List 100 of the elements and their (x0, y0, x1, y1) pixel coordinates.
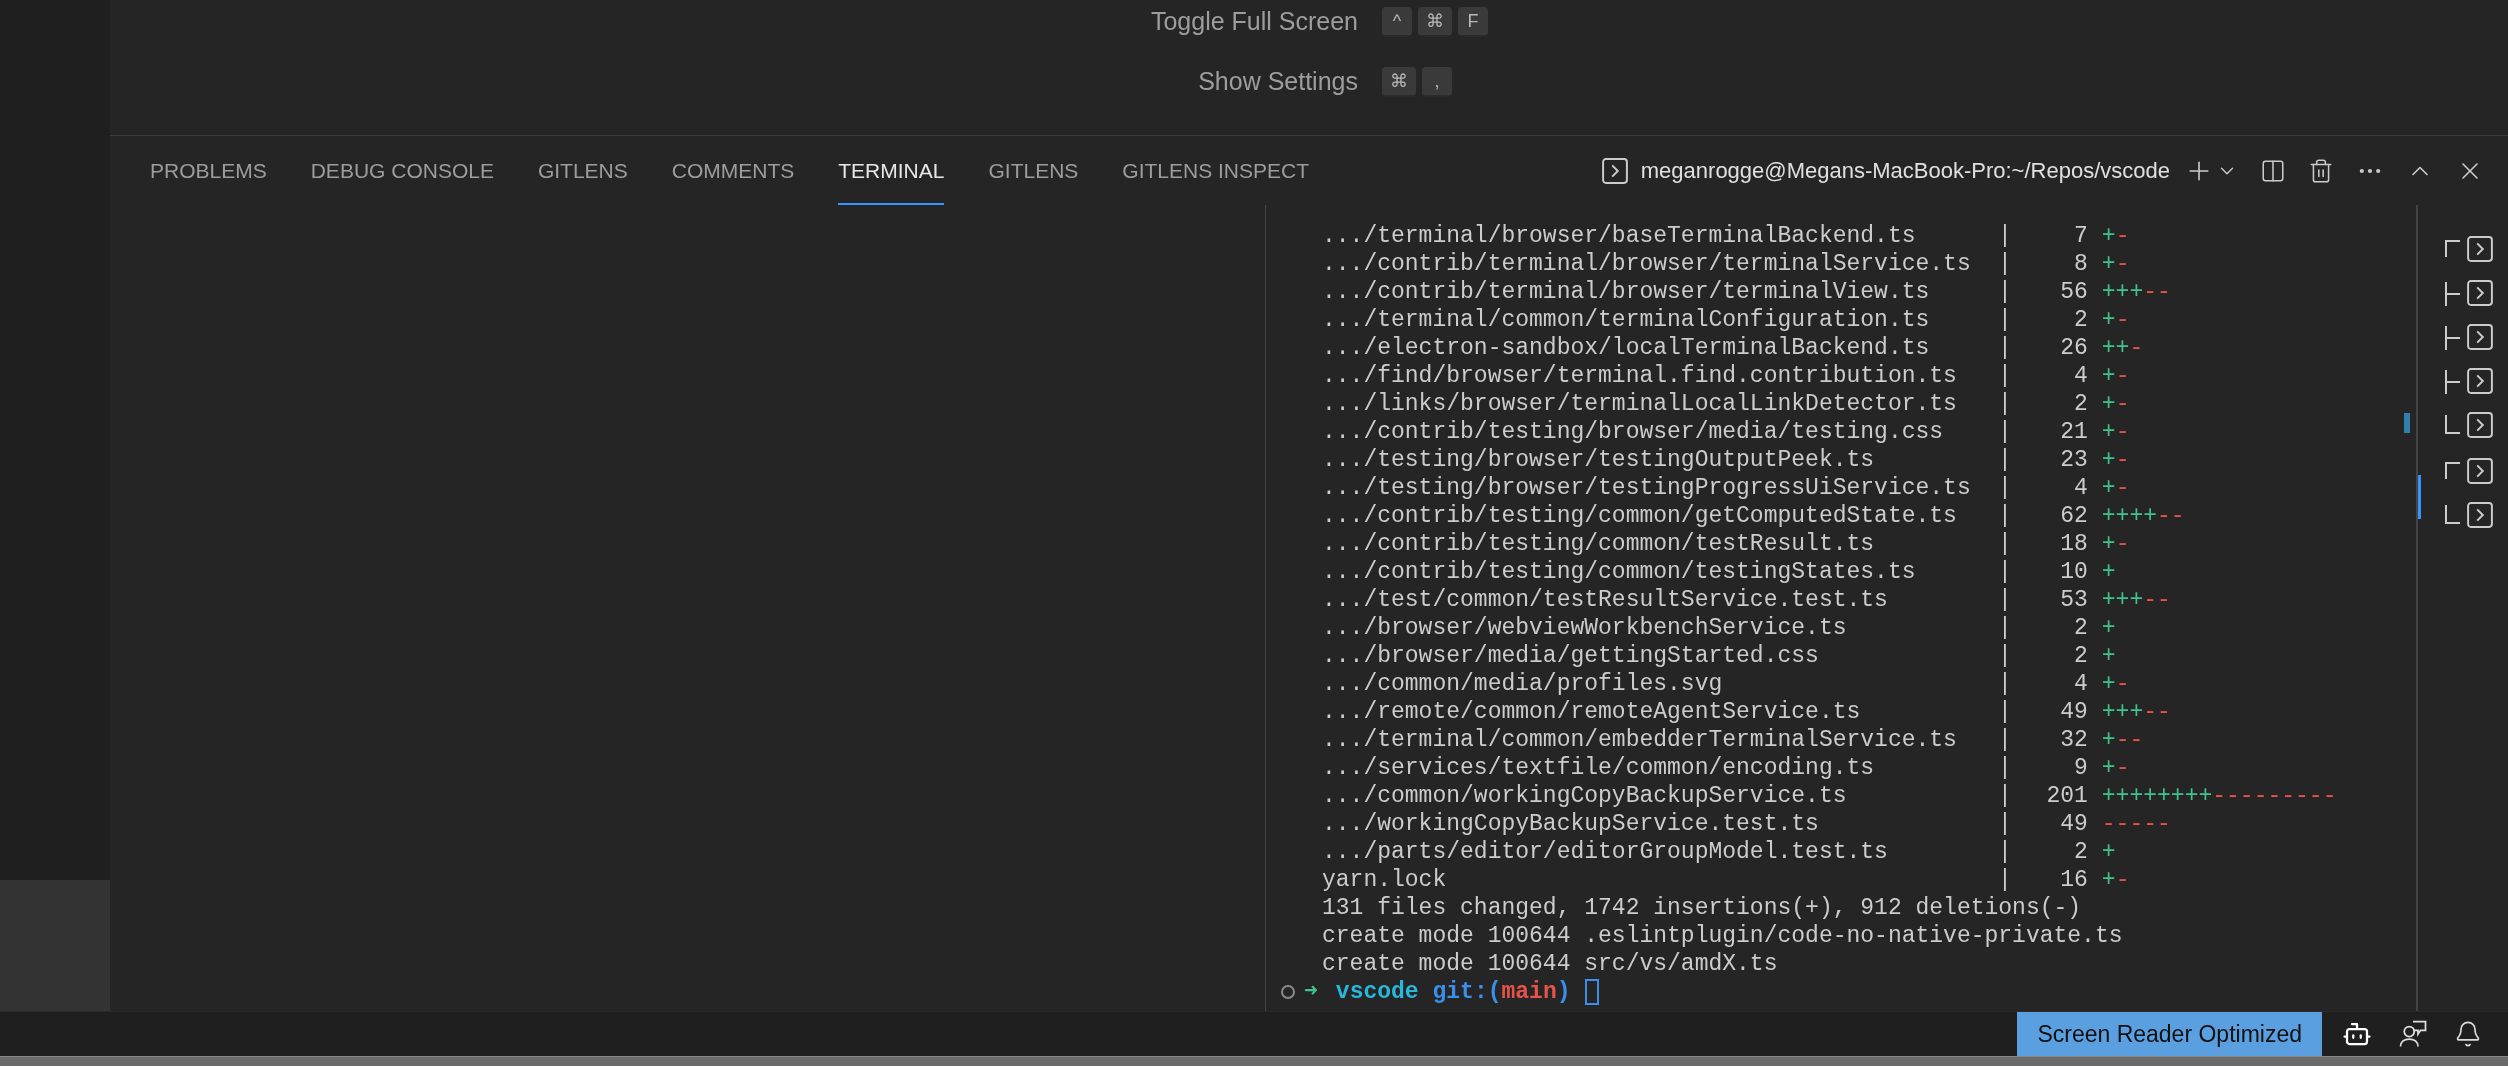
terminal-title[interactable]: meganrogge@Megans-MacBook-Pro:~/Repos/vscode (1640, 154, 2170, 187)
key-cap: ⌘ (1418, 7, 1452, 37)
file-path: .../services/textfile/common/encoding.ts (1322, 754, 1876, 782)
change-count: 7 (2073, 222, 2088, 250)
change-count: 16 (2059, 866, 2088, 894)
change-count: 201 (2045, 782, 2088, 810)
key-cap: ⌘ (1382, 67, 1416, 97)
separator-text: | (1998, 782, 2012, 810)
diff-stat-text: +- (2101, 418, 2130, 446)
diff-stat-text: +-- (2101, 726, 2144, 754)
file-path: .../parts/editor/editorGroupModel.test.ts (1322, 838, 1889, 866)
panel-tab[interactable]: DEBUG CONSOLE (310, 136, 494, 205)
separator-text: | (1998, 754, 2012, 782)
separator-text: | (1998, 362, 2012, 390)
change-count: 62 (2059, 502, 2088, 530)
shortcut-label: Toggle Full Screen (1149, 6, 1358, 38)
change-count: 2 (2073, 614, 2088, 642)
output-line: create mode 100644 src/vs/amdX.ts (1322, 950, 1778, 978)
change-count: 49 (2059, 810, 2088, 838)
file-path: .../common/media/profiles.svg (1322, 670, 1724, 698)
change-count: 21 (2059, 418, 2088, 446)
diff-stat-text: + (2101, 838, 2116, 866)
diff-stat-text: + (2101, 558, 2116, 586)
panel-tab[interactable]: TERMINAL (838, 136, 945, 205)
file-path: .../browser/media/gettingStarted.css (1322, 642, 1820, 670)
diff-stat-text: +- (2101, 866, 2130, 894)
file-path: .../remote/common/remoteAgentService.ts (1322, 698, 1862, 726)
output-line: create mode 100644 .eslintplugin/code-no-native-private.ts (1322, 922, 2123, 950)
diff-stat-text: +- (2101, 390, 2130, 418)
change-count: 10 (2059, 558, 2088, 586)
file-path: .../contrib/testing/common/getComputedState.ts (1322, 502, 1958, 530)
separator-text: | (1998, 390, 2012, 418)
change-count: 49 (2059, 698, 2088, 726)
file-path: .../terminal/common/terminalConfiguration.ts (1322, 306, 1931, 334)
file-path: .../contrib/testing/common/testingStates.ts (1322, 558, 1917, 586)
separator-text: | (1998, 642, 2012, 670)
separator-text: | (1998, 334, 2012, 362)
file-path: .../workingCopyBackupService.test.ts (1322, 810, 1820, 838)
separator-text: | (1998, 614, 2012, 642)
change-count: 32 (2059, 726, 2088, 754)
diff-stat-text: ++++++++--------- (2101, 782, 2337, 810)
diff-stat-text: +- (2101, 754, 2130, 782)
key-cap: ^ (1382, 7, 1412, 37)
change-count: 4 (2073, 362, 2088, 390)
diff-stat-text: + (2101, 642, 2116, 670)
shortcut-label: Show Settings (1197, 66, 1358, 98)
diff-stat-text: +++-- (2101, 698, 2171, 726)
file-path: .../electron-sandbox/localTerminalBackend.ts (1322, 334, 1931, 362)
change-count: 26 (2059, 334, 2088, 362)
separator-text: | (1998, 222, 2012, 250)
file-path: .../testing/browser/testingProgressUiService.ts (1322, 474, 1972, 502)
diff-stat-text: ----- (2101, 810, 2171, 838)
diff-stat-text: +++-- (2101, 278, 2171, 306)
key-cap: F (1458, 7, 1488, 37)
file-path: .../test/common/testResultService.test.ts (1322, 586, 1889, 614)
file-path: .../common/workingCopyBackupService.ts (1322, 782, 1848, 810)
separator-text: | (1998, 866, 2012, 894)
prompt-arrow: ➜ (1304, 978, 1318, 1006)
diff-stat-text: +++-- (2101, 586, 2171, 614)
separator-text: | (1998, 418, 2012, 446)
diff-stat-text: +- (2101, 446, 2130, 474)
diff-stat-text: +- (2101, 474, 2130, 502)
change-count: 9 (2073, 754, 2088, 782)
file-path: .../terminal/common/embedderTerminalService.ts (1322, 726, 1958, 754)
screen-reader-status[interactable]: Screen Reader Optimized (2017, 1012, 2322, 1056)
change-count: 56 (2059, 278, 2088, 306)
change-count: 53 (2059, 586, 2088, 614)
separator-text: | (1998, 670, 2012, 698)
change-count: 2 (2073, 306, 2088, 334)
panel-tab[interactable]: GITLENS (537, 136, 628, 205)
panel-tab[interactable]: GITLENS (988, 136, 1079, 205)
separator-text: | (1998, 530, 2012, 558)
file-path: yarn.lock (1322, 866, 1448, 894)
diff-stat-text: +- (2101, 670, 2130, 698)
separator-text: | (1998, 698, 2012, 726)
separator-text: | (1998, 474, 2012, 502)
change-count: 4 (2073, 474, 2088, 502)
file-path: .../testing/browser/testingOutputPeek.ts (1322, 446, 1876, 474)
prompt-line: vscode git:(main) (1335, 978, 1571, 1006)
change-count: 23 (2059, 446, 2088, 474)
separator-text: | (1998, 278, 2012, 306)
file-path: .../contrib/testing/common/testResult.ts (1322, 530, 1876, 558)
panel-tab[interactable]: PROBLEMS (150, 136, 267, 205)
separator-text: | (1998, 838, 2012, 866)
separator-text: | (1998, 586, 2012, 614)
file-path: .../terminal/browser/baseTerminalBackend.ts (1322, 222, 1917, 250)
panel-tab[interactable]: COMMENTS (671, 136, 795, 205)
diff-stat-text: +- (2101, 250, 2130, 278)
change-count: 18 (2059, 530, 2088, 558)
diff-stat-text: ++- (2101, 334, 2144, 362)
panel-tab[interactable]: GITLENS INSPECT (1122, 136, 1310, 205)
diff-stat-text: +- (2101, 222, 2130, 250)
separator-text: | (1998, 558, 2012, 586)
file-path: .../contrib/terminal/browser/terminalService.ts (1322, 250, 1972, 278)
file-path: .../find/browser/terminal.find.contribution.ts (1322, 362, 1958, 390)
change-count: 2 (2073, 838, 2088, 866)
diff-stat-text: + (2101, 614, 2116, 642)
separator-text: | (1998, 502, 2012, 530)
file-path: .../contrib/testing/browser/media/testing.css (1322, 418, 1945, 446)
separator-text: | (1998, 810, 2012, 838)
